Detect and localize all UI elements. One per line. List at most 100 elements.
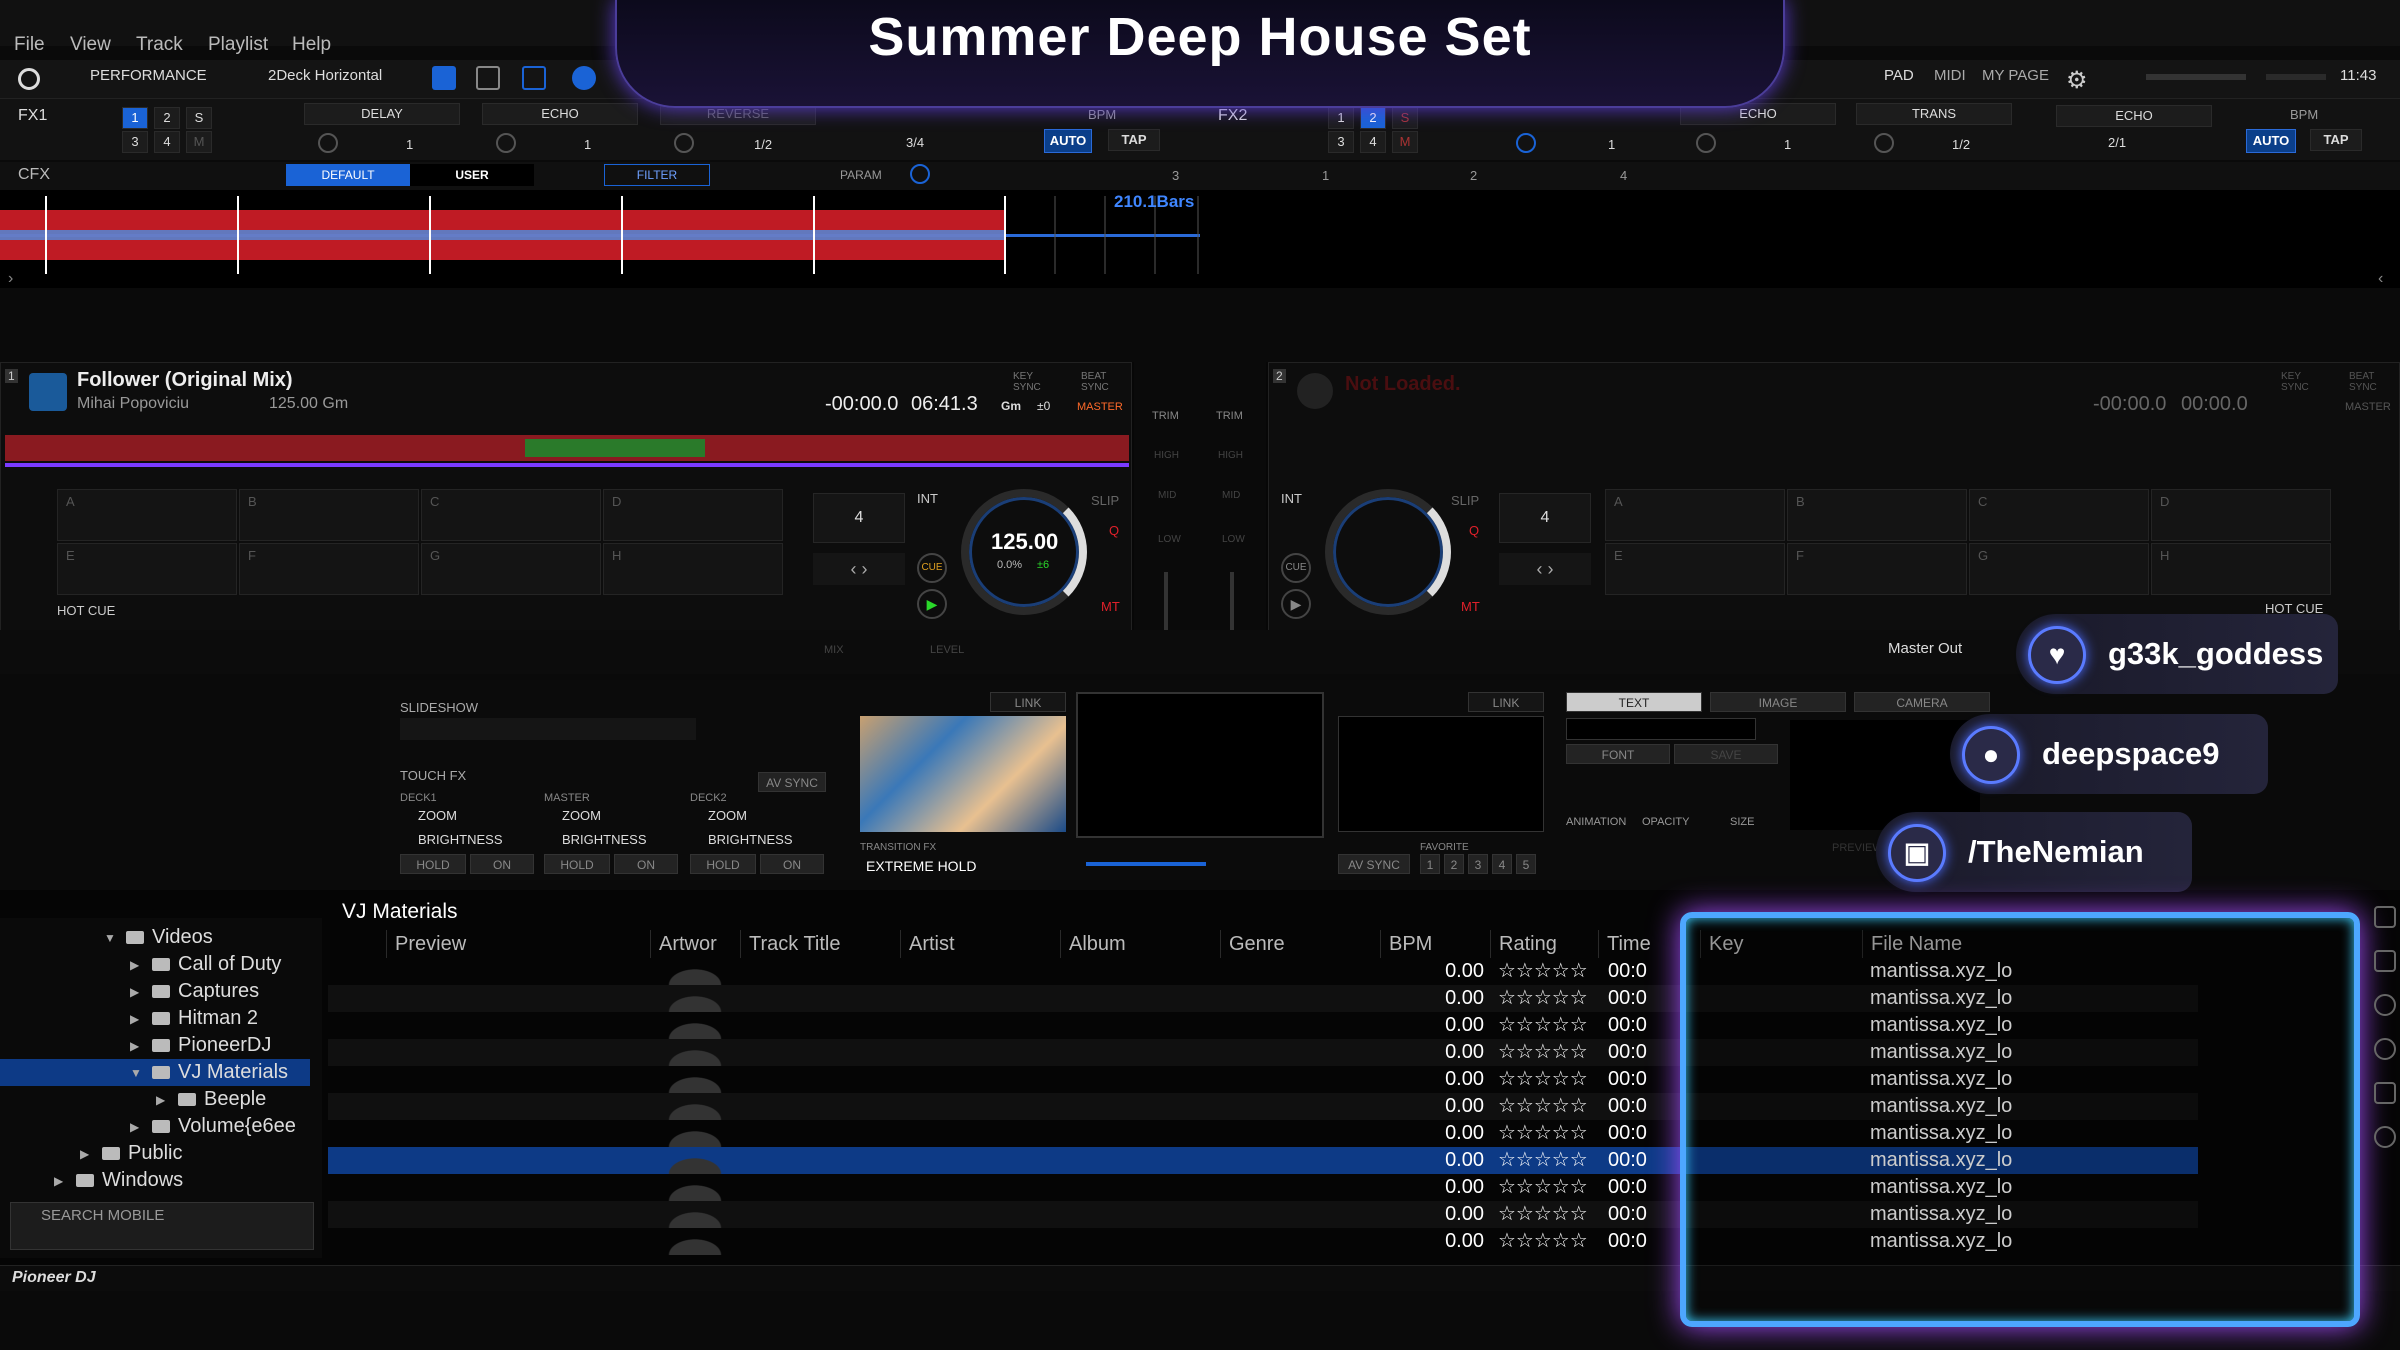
settings-gear-icon[interactable]: ⚙ [2066,66,2088,95]
col-artwork[interactable]: Artwor [650,930,740,958]
fx2-effect-3[interactable]: ECHO [2056,105,2212,127]
mixer-panel-icon[interactable] [522,66,546,90]
col-bpm[interactable]: BPM [1380,930,1490,958]
fx2-effect-2[interactable]: TRANS [1856,103,2012,125]
fx1-effect-2[interactable]: ECHO [482,103,638,125]
menu-file[interactable]: File [14,34,45,56]
link-icon[interactable] [2374,1126,2396,1148]
browser-list-icon[interactable] [2374,906,2396,928]
cfx-filter-button[interactable]: FILTER [604,164,710,186]
deck2-pad-d[interactable]: D [2151,489,2331,541]
fx2-slot-2[interactable]: 2 [1360,107,1386,129]
deck2-x-select[interactable]: ZOOM [708,808,747,823]
deck2-pad-a[interactable]: A [1605,489,1785,541]
fx2-knob-1[interactable] [1516,133,1536,153]
master-out-select[interactable]: Master Out [1888,640,1962,657]
deck1-pad-b[interactable]: B [239,489,419,541]
deck2-key-sync[interactable]: KEY SYNC [2281,371,2313,393]
tree-item-call-of-duty[interactable]: ▶ Call of Duty [130,951,281,978]
col-rating[interactable]: Rating [1490,930,1598,958]
vj-deck2-preview[interactable] [1338,716,1544,832]
mixer-trim-1[interactable]: TRIM [1152,410,1179,422]
fx1-knob-2[interactable] [496,133,516,153]
tree-item-windows[interactable]: ▶ Windows [54,1167,183,1194]
favorite-1[interactable]: 1 [1420,854,1440,874]
deck2-beat-count[interactable]: 4 [1499,493,1591,543]
fx2-auto-button[interactable]: AUTO [2246,129,2296,153]
deck2-play-button[interactable]: ▶ [1281,589,1311,619]
menu-view[interactable]: View [70,34,111,56]
fx1-auto-button[interactable]: AUTO [1044,129,1092,153]
col-time[interactable]: Time [1598,930,1688,958]
deck1-quantize-button[interactable]: Q [1109,523,1119,538]
deck1-pad-d[interactable]: D [603,489,783,541]
col-album[interactable]: Album [1060,930,1220,958]
mode-select[interactable]: PERFORMANCE [90,67,207,84]
info-icon[interactable] [2374,1038,2396,1060]
midi-button[interactable]: MIDI [1934,67,1966,84]
deck1-pad-h[interactable]: H [603,543,783,595]
fx1-slot-3[interactable]: 3 [122,131,148,153]
mixer-mid-2[interactable]: MID [1222,490,1240,501]
vj-link-1[interactable]: LINK [990,692,1066,712]
fx1-knob-3[interactable] [674,133,694,153]
tree-item-vj-materials[interactable]: ▼ VJ Materials [0,1059,310,1086]
deck2-on-button[interactable]: ON [760,854,824,874]
deck2-beat-sync[interactable]: BEAT SYNC [2349,371,2383,393]
col-preview[interactable]: Preview [386,930,636,958]
col-genre[interactable]: Genre [1220,930,1380,958]
fx1-slot-2[interactable]: 2 [154,107,180,129]
master-hold-button[interactable]: HOLD [544,854,610,874]
vj-deck1-preview[interactable] [860,716,1066,832]
deck1-beat-jump[interactable]: ‹ › [813,553,905,585]
master-volume-slider[interactable] [2146,74,2246,80]
headphone-volume-slider[interactable] [2266,74,2326,80]
mixer-mid-1[interactable]: MID [1158,490,1176,501]
deck1-master-button[interactable]: MASTER [1077,401,1123,413]
overlay-tab-camera[interactable]: CAMERA [1854,692,1990,712]
expand-right-icon[interactable]: ‹ [2378,270,2383,288]
deck2-int-select[interactable]: INT [1281,491,1302,506]
deck1-y-select[interactable]: BRIGHTNESS [418,832,503,847]
grid-panel-icon[interactable] [476,66,500,90]
deck2-y-select[interactable]: BRIGHTNESS [708,832,793,847]
menu-help[interactable]: Help [292,34,331,56]
expand-left-icon[interactable]: › [8,270,13,288]
fx-panel-icon[interactable] [432,66,456,90]
col-artist[interactable]: Artist [900,930,1060,958]
deck2-pad-e[interactable]: E [1605,543,1785,595]
deck1-int-select[interactable]: INT [917,491,938,506]
deck2-pad-g[interactable]: G [1969,543,2149,595]
overlay-text-input[interactable] [1566,718,1756,740]
fx1-effect-1[interactable]: DELAY [304,103,460,125]
favorite-4[interactable]: 4 [1492,854,1512,874]
deck2-pad-c[interactable]: C [1969,489,2149,541]
cfx-tab-user[interactable]: USER [410,164,534,186]
transition-fx-select[interactable]: EXTREME HOLD [866,858,976,874]
deck1-beat-sync[interactable]: BEAT SYNC [1081,371,1115,393]
fx2-knob-2[interactable] [1696,133,1716,153]
deck2-pad-f[interactable]: F [1787,543,1967,595]
master-x-select[interactable]: ZOOM [562,808,601,823]
deck1-pad-a[interactable]: A [57,489,237,541]
fx1-slot-4[interactable]: 4 [154,131,180,153]
tag-icon[interactable] [2374,950,2396,972]
overlay-font-button[interactable]: FONT [1566,744,1670,764]
tree-item-captures[interactable]: ▶ Captures [130,978,259,1005]
cfx-param-knob[interactable] [910,164,930,184]
panel-icon[interactable] [2374,1082,2396,1104]
deck2-beat-jump[interactable]: ‹ › [1499,553,1591,585]
overlay-tab-image[interactable]: IMAGE [1710,692,1846,712]
overlay-tab-text[interactable]: TEXT [1566,692,1702,712]
mixer-trim-2[interactable]: TRIM [1216,410,1243,422]
mixer-high-1[interactable]: HIGH [1154,450,1179,461]
deck2-pad-b[interactable]: B [1787,489,1967,541]
tree-item-volume[interactable]: ▶ Volume{e6ee [130,1113,296,1140]
transition-slider[interactable] [1086,862,1206,866]
fx1-tap-button[interactable]: TAP [1108,129,1160,151]
deck1-master-tempo-button[interactable]: MT [1101,599,1120,614]
deck1-waveform[interactable] [5,431,1129,469]
deck1-beat-count[interactable]: 4 [813,493,905,543]
vj-link-2[interactable]: LINK [1468,692,1544,712]
deck1-key-sync[interactable]: KEY SYNC [1013,371,1045,393]
